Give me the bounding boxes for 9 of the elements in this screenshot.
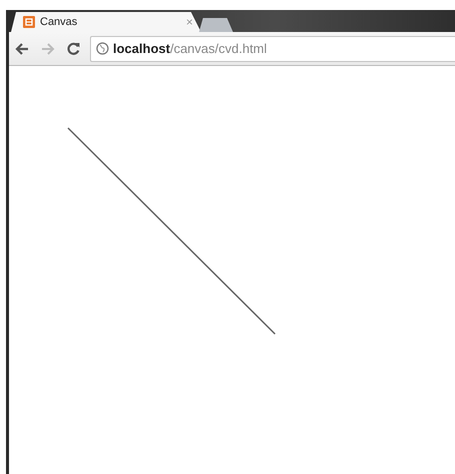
tab-title: Canvas — [40, 16, 78, 28]
reload-icon[interactable] — [67, 42, 80, 55]
globe-icon — [96, 42, 109, 55]
browser-tab[interactable]: Canvas × — [11, 12, 201, 32]
url-text: localhost/canvas/cvd.html — [113, 41, 267, 56]
favicon-icon — [23, 16, 35, 28]
back-icon[interactable] — [15, 42, 29, 54]
browser-tab[interactable] — [199, 18, 233, 32]
address-bar[interactable]: localhost/canvas/cvd.html — [90, 36, 455, 62]
